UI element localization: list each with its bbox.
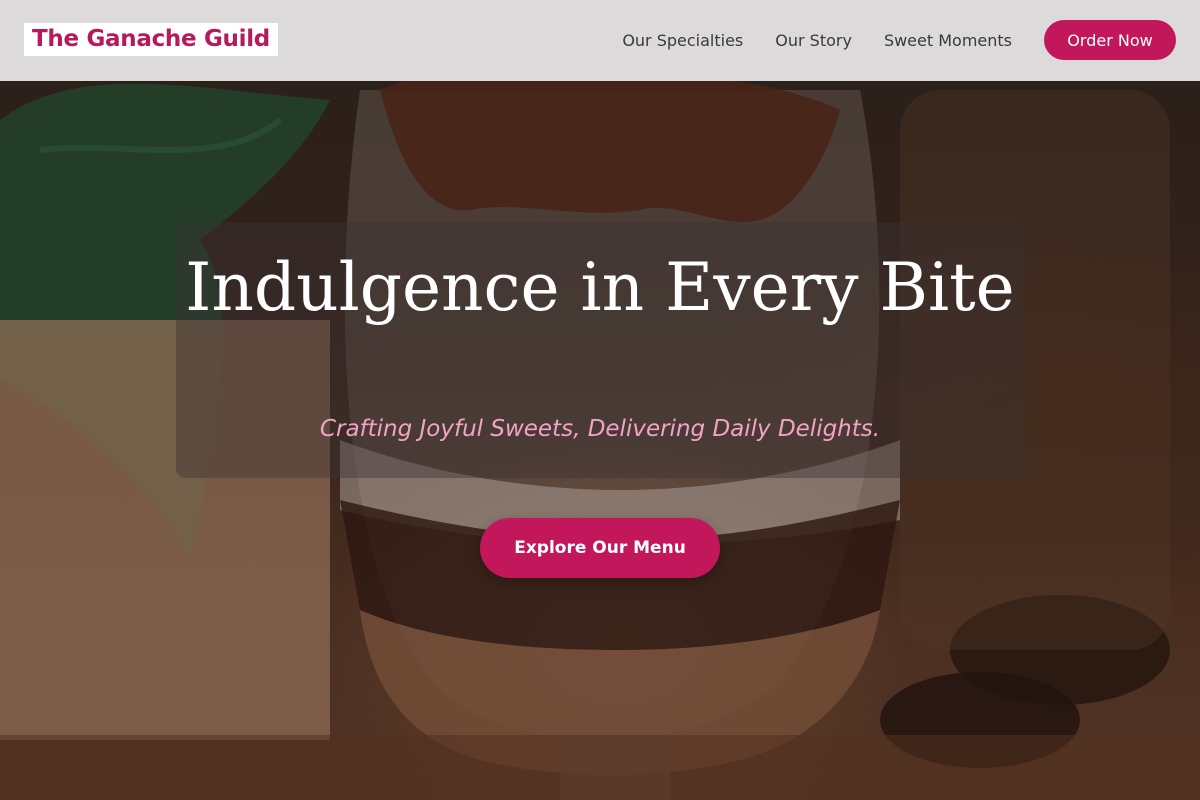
hero-title: Indulgence in Every Bite <box>185 249 1015 326</box>
nav-link-our-story[interactable]: Our Story <box>775 31 852 50</box>
explore-menu-button[interactable]: Explore Our Menu <box>480 518 720 578</box>
main-nav: Our Specialties Our Story Sweet Moments … <box>622 20 1176 60</box>
nav-link-our-specialties[interactable]: Our Specialties <box>622 31 743 50</box>
hero-tagline: Crafting Joyful Sweets, Delivering Daily… <box>319 416 881 442</box>
site-header: The Ganache Guild Our Specialties Our St… <box>0 0 1200 81</box>
brand-logo[interactable]: The Ganache Guild <box>24 23 278 56</box>
nav-link-sweet-moments[interactable]: Sweet Moments <box>884 31 1012 50</box>
order-now-button[interactable]: Order Now <box>1044 20 1176 60</box>
hero-content-panel: Indulgence in Every Bite Crafting Joyful… <box>176 222 1024 478</box>
